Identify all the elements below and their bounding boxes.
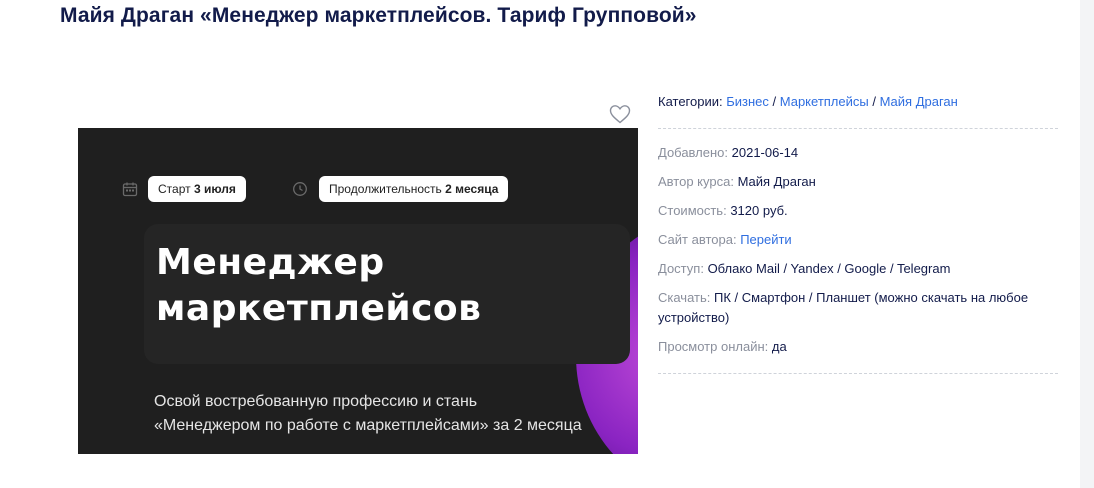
- added-label: Добавлено:: [658, 145, 729, 160]
- added-value: 2021-06-14: [731, 145, 799, 160]
- site-label: Сайт автора:: [658, 232, 737, 247]
- duration-badge: Продолжительность 2 месяца: [319, 176, 509, 202]
- calendar-icon: [122, 182, 138, 197]
- online-label: Просмотр онлайн:: [658, 339, 769, 354]
- banner-subtitle-line2: «Менеджером по работе с маркетплейсами» …: [154, 417, 582, 434]
- category-link-business[interactable]: Бизнес: [726, 94, 769, 109]
- categories-row: Категории: Бизнес / Маркетплейсы / Майя …: [658, 92, 1058, 112]
- course-info-panel: Категории: Бизнес / Маркетплейсы / Майя …: [658, 92, 1058, 374]
- access-row: Доступ: Облако Mail / Yandex / Google / …: [658, 259, 1058, 279]
- author-value: Майя Драган: [737, 174, 816, 189]
- price-row: Стоимость: 3120 руб.: [658, 201, 1058, 221]
- duration-value: 2 месяца: [445, 182, 499, 196]
- categories-label: Категории:: [658, 94, 723, 109]
- banner-subtitle: Освой востребованную профессию и стань «…: [154, 390, 582, 438]
- site-row: Сайт автора: Перейти: [658, 230, 1058, 250]
- author-site-link[interactable]: Перейти: [740, 232, 792, 247]
- banner-headline-line2: маркетплейсов: [156, 288, 482, 329]
- clock-icon: [293, 182, 307, 196]
- access-value: Облако Mail / Yandex / Google / Telegram: [707, 261, 951, 276]
- author-row: Автор курса: Майя Драган: [658, 172, 1058, 192]
- page-title: Майя Драган «Менеджер маркетплейсов. Тар…: [60, 4, 697, 27]
- banner-headline: Менеджер маркетплейсов: [156, 240, 481, 332]
- online-value: да: [771, 339, 787, 354]
- heart-outline-icon[interactable]: [608, 102, 632, 126]
- banner-headline-line1: Менеджер: [156, 242, 385, 283]
- category-separator: /: [768, 94, 780, 109]
- price-value: 3120 руб.: [730, 203, 788, 218]
- download-label: Скачать:: [658, 290, 711, 305]
- category-link-author[interactable]: Майя Драган: [880, 94, 958, 109]
- online-row: Просмотр онлайн: да: [658, 337, 1058, 357]
- divider: [658, 373, 1058, 374]
- page-scroll-edge: [1080, 0, 1094, 488]
- author-label: Автор курса:: [658, 174, 734, 189]
- duration-label: Продолжительность: [329, 182, 442, 196]
- start-label: Старт: [158, 182, 191, 196]
- start-date-badge: Старт 3 июля: [148, 176, 246, 202]
- category-separator: /: [868, 94, 880, 109]
- details-list: Добавлено: 2021-06-14 Автор курса: Майя …: [658, 129, 1058, 357]
- download-value: ПК / Смартфон / Планшет (можно скачать н…: [658, 290, 1029, 325]
- course-banner-image: Старт 3 июля Продолжительность 2 месяца …: [78, 128, 638, 454]
- added-row: Добавлено: 2021-06-14: [658, 143, 1058, 163]
- access-label: Доступ:: [658, 261, 704, 276]
- download-row: Скачать: ПК / Смартфон / Планшет (можно …: [658, 288, 1058, 328]
- category-link-marketplaces[interactable]: Маркетплейсы: [780, 94, 869, 109]
- price-label: Стоимость:: [658, 203, 727, 218]
- banner-subtitle-line1: Освой востребованную профессию и стань: [154, 393, 478, 410]
- start-value: 3 июля: [193, 182, 236, 196]
